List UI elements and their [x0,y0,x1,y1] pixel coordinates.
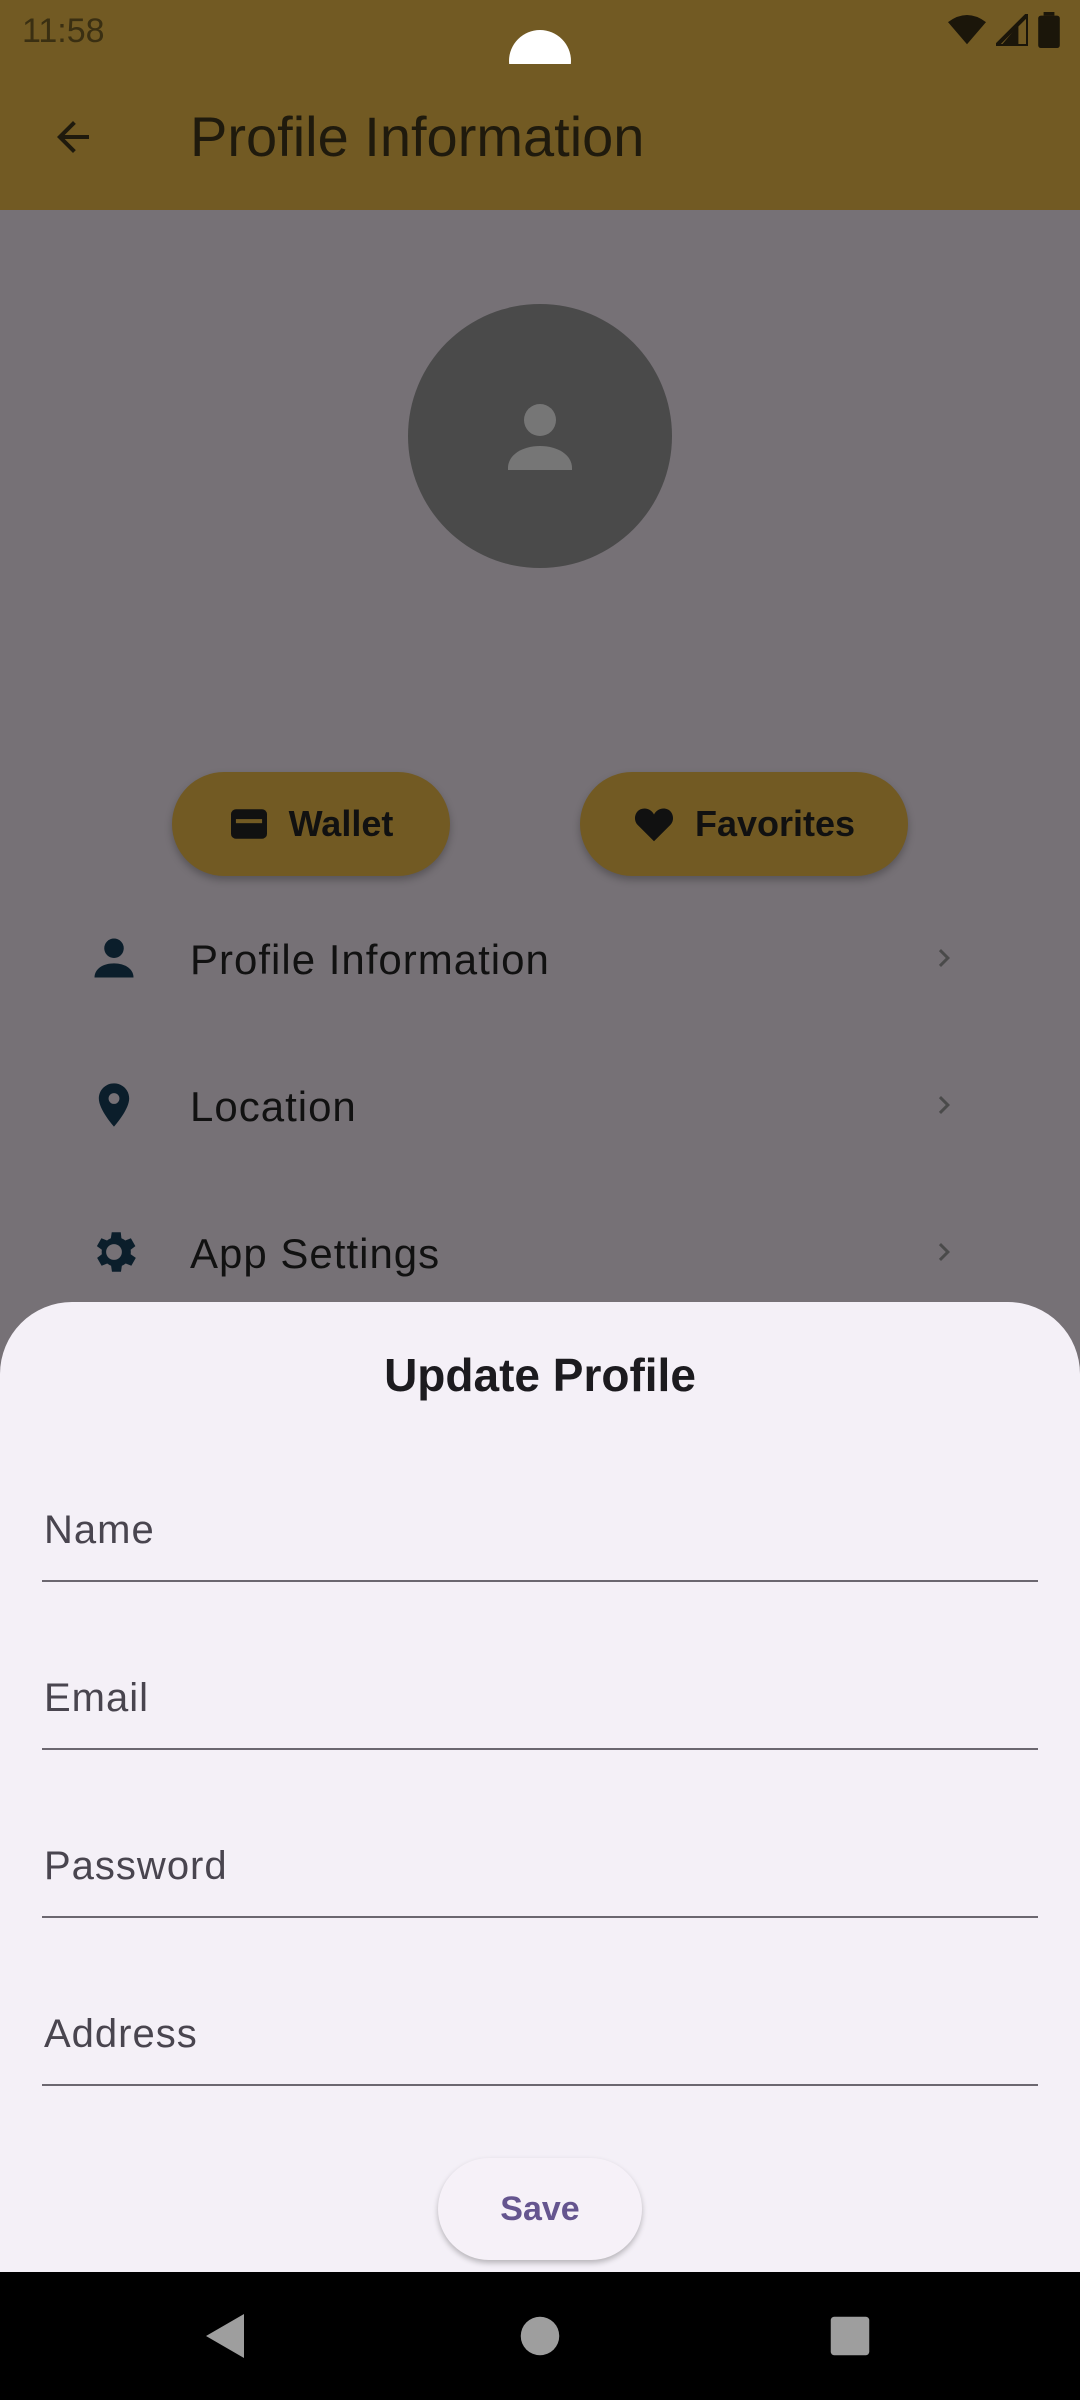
nav-recents-button[interactable] [820,2306,880,2366]
chevron-right-icon [938,1243,950,1261]
wallet-button[interactable]: Wallet [172,772,450,876]
update-profile-sheet: Update Profile Save [0,1302,1080,2272]
nav-home-button[interactable] [510,2306,570,2366]
heart-icon [634,808,673,842]
back-button[interactable] [40,104,106,170]
page-title: Profile Information [190,105,645,168]
email-input[interactable] [42,1662,1042,1734]
password-input[interactable] [42,1830,1042,1902]
favorites-label: Favorites [694,803,856,844]
nav-back-button[interactable] [196,2306,256,2366]
status-time: 11:58 [22,12,105,50]
status-icons [948,12,1060,48]
arrow-left-icon [57,121,89,153]
favorites-button[interactable]: Favorites [580,772,908,876]
name-input[interactable] [42,1494,1042,1566]
wallet-icon [230,809,267,839]
person-icon [94,938,134,978]
gear-icon [96,1232,136,1272]
menu-item-app-settings[interactable]: App Settings [0,1192,1080,1312]
address-input[interactable] [42,1998,1042,2070]
chevron-right-icon [938,949,950,967]
menu-item-label: Profile Information [190,936,550,983]
password-field[interactable] [42,1806,1042,1918]
system-nav-bar [0,2272,1080,2400]
menu-item-profile-information[interactable]: Profile Information [0,898,1080,1018]
address-field[interactable] [42,1974,1042,2086]
menu-item-label: Location [190,1083,357,1130]
wifi-icon [948,14,986,45]
menu-item-location[interactable]: Location [0,1045,1080,1165]
save-button[interactable]: Save [438,2158,642,2260]
location-pin-icon [98,1083,130,1127]
name-field[interactable] [42,1470,1042,1582]
app-bar: Profile Information [0,64,1080,210]
circle-home-icon [520,2316,560,2356]
signal-icon [996,14,1028,46]
wallet-label: Wallet [288,803,394,844]
chevron-right-icon [938,1096,950,1114]
menu-item-label: App Settings [190,1230,441,1277]
person-icon [508,404,572,470]
square-recents-icon [830,2316,870,2356]
battery-icon [1038,12,1060,48]
triangle-back-icon [206,2314,244,2358]
avatar[interactable] [408,304,672,568]
email-field[interactable] [42,1638,1042,1750]
sheet-title: Update Profile [384,1349,696,1401]
